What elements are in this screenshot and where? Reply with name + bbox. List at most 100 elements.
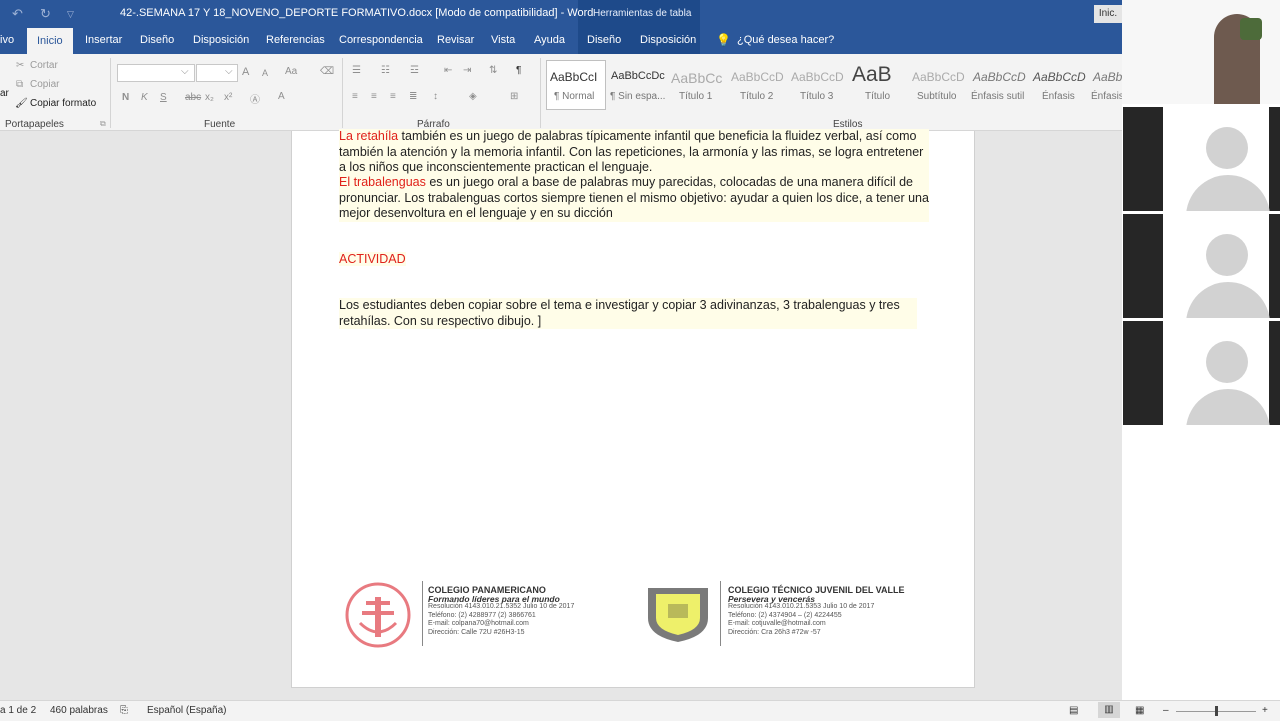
document-page[interactable]: La retahíla también es un juego de palab… [291,129,975,688]
status-bar: a 1 de 2 460 palabras ⎘ Español (España)… [0,700,1280,721]
style-title-preview[interactable]: AaB [852,63,892,87]
word-count[interactable]: 460 palabras [50,705,108,716]
panamericano-resolution: Resolución 4143.010.21.5352 Julio 10 de … [428,603,575,610]
multilevel-list-icon[interactable]: ☲ [410,65,419,76]
activity-heading[interactable]: ACTIVIDAD [339,252,406,268]
tab-table-disposicion[interactable]: Disposición [640,34,696,46]
juvenil-resolution: Resolución 4143.010.21.5353 Julio 10 de … [728,603,875,610]
web-layout-icon[interactable]: ▦ [1135,705,1144,716]
paragraph-trabalenguas[interactable]: El trabalenguas es un juego oral a base … [339,175,929,222]
print-layout-icon[interactable]: ▥ [1098,702,1120,718]
undo-icon[interactable]: ↶ [12,6,23,22]
borders-icon[interactable]: ⊞ [510,91,518,102]
tab-diseno[interactable]: Diseño [140,34,174,46]
clear-format-icon[interactable]: ⌫ [320,66,334,77]
align-center-icon[interactable]: ≡ [371,91,377,102]
subscript-button[interactable]: x₂ [205,92,214,103]
panamericano-address: Dirección: Calle 72U #26H3-15 [428,628,525,636]
juvenil-shield-icon [648,588,708,642]
page-count[interactable]: a 1 de 2 [0,705,36,716]
superscript-button[interactable]: x² [224,92,232,103]
copy-button[interactable]: Copiar [30,79,59,90]
underline-button[interactable]: S [160,92,167,103]
text-effects-icon[interactable]: Ⓐ [250,91,260,106]
zoom-out-icon[interactable]: – [1163,705,1169,716]
format-painter-button[interactable]: Copiar formato [30,98,96,109]
style-subtle-emphasis-preview[interactable]: AaBbCcD [973,70,1026,84]
style-nospacing-preview[interactable]: AaBbCcDc [611,70,665,82]
style-heading1-name[interactable]: Título 1 [679,91,712,102]
tab-archivo[interactable]: ivo [0,34,14,46]
clipboard-launcher-icon[interactable]: ⧉ [100,119,106,129]
tab-inicio[interactable]: Inicio [27,28,73,54]
style-nospacing-name[interactable]: ¶ Sin espa... [610,91,665,102]
justify-icon[interactable]: ≣ [409,91,417,102]
participant-tile[interactable] [1123,214,1280,318]
numbering-icon[interactable]: ☷ [381,65,390,76]
tab-insertar[interactable]: Insertar [85,34,122,46]
quick-access-dropdown-icon[interactable]: ▽ [67,9,74,20]
show-marks-button[interactable]: ¶ [516,65,521,76]
panamericano-email: E-mail: colpana70@hotmail.com [428,620,529,627]
proofing-icon[interactable]: ⎘ [120,705,128,716]
paragraph-retahila[interactable]: La retahíla también es un juego de palab… [339,129,929,176]
paragraph-activity[interactable]: Los estudiantes deben copiar sobre el te… [339,298,917,329]
bold-button[interactable]: N [122,92,129,103]
sort-icon[interactable]: ⇅ [489,65,497,76]
bullets-icon[interactable]: ☰ [352,65,361,76]
tab-vista[interactable]: Vista [491,34,515,46]
style-title-name[interactable]: Título [865,91,890,102]
style-subtle-emphasis-name[interactable]: Énfasis sutil [971,91,1024,102]
line-spacing-icon[interactable]: ↕ [433,91,438,102]
grow-font-button[interactable]: A [242,66,249,78]
tab-correspondencia[interactable]: Correspondencia [339,34,423,46]
style-normal-preview[interactable]: AaBbCcI [550,70,597,84]
tab-table-diseno[interactable]: Diseño [587,34,621,46]
style-normal-name[interactable]: ¶ Normal [554,91,594,102]
format-painter-icon: 🖌 [15,98,28,109]
style-heading2-preview[interactable]: AaBbCcD [731,70,784,84]
juvenil-email: E-mail: cotjuvalle@hotmail.com [728,620,826,627]
read-mode-icon[interactable]: ▤ [1069,705,1078,716]
sign-in-button[interactable]: Inic. [1094,5,1122,23]
style-emphasis-preview[interactable]: AaBbCcD [1033,70,1086,84]
tab-referencias[interactable]: Referencias [266,34,325,46]
paste-button[interactable]: ar [0,88,9,99]
italic-button[interactable]: K [141,92,148,103]
style-intense-emphasis-preview[interactable]: AaBb [1093,70,1122,84]
participant-video-live[interactable] [1122,0,1280,104]
tell-me-search[interactable]: ¿Qué desea hacer? [737,34,834,46]
participant-tile[interactable] [1123,107,1280,211]
tab-ayuda[interactable]: Ayuda [534,34,565,46]
tab-revisar[interactable]: Revisar [437,34,474,46]
style-subtitle-preview[interactable]: AaBbCcD [912,70,965,84]
increase-indent-icon[interactable]: ⇥ [463,65,471,76]
shading-icon[interactable]: ◈ [469,91,477,102]
style-heading3-name[interactable]: Título 3 [800,91,833,102]
font-color-icon[interactable]: A [278,91,285,102]
strikethrough-button[interactable]: abc [185,92,201,103]
cut-button[interactable]: Cortar [30,60,58,71]
style-heading2-name[interactable]: Título 2 [740,91,773,102]
style-heading1-preview[interactable]: AaBbCc [671,70,722,86]
change-case-button[interactable]: Aa [285,66,297,77]
zoom-in-icon[interactable]: + [1262,705,1268,716]
retahila-text: también es un juego de palabras típicame… [339,129,924,174]
style-subtitle-name[interactable]: Subtítulo [917,91,956,102]
decrease-indent-icon[interactable]: ⇤ [444,65,452,76]
style-intense-emphasis-name[interactable]: Énfasis [1091,91,1124,102]
style-emphasis-name[interactable]: Énfasis [1042,91,1075,102]
participant-tile[interactable] [1123,321,1280,425]
shrink-font-button[interactable]: A [262,68,268,78]
chevron-down-icon: ⌵ [225,66,233,77]
style-heading3-preview[interactable]: AaBbCcD [791,70,844,84]
align-right-icon[interactable]: ≡ [390,91,396,102]
align-left-icon[interactable]: ≡ [352,91,358,102]
tab-disposicion[interactable]: Disposición [193,34,249,46]
language-indicator[interactable]: Español (España) [147,705,227,716]
avatar-icon [1206,127,1248,169]
redo-icon[interactable]: ↻ [40,6,51,22]
zoom-slider-thumb[interactable] [1215,706,1218,716]
text-cursor: ] [537,313,542,328]
copy-icon: ⧉ [16,79,24,90]
